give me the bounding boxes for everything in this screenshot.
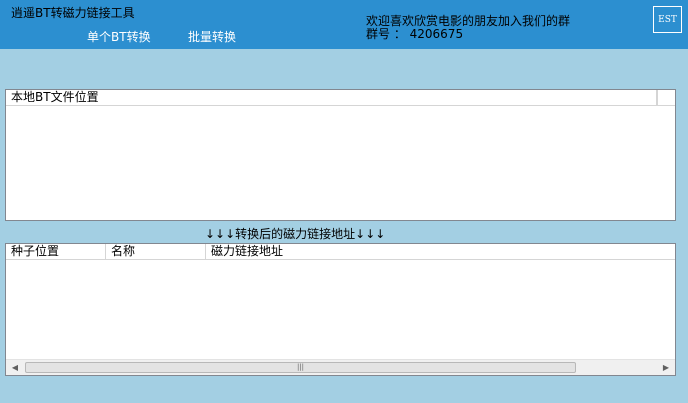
column-header-magnet-link[interactable]: 磁力链接地址 [206, 244, 675, 259]
grip-icon: ||| [296, 363, 305, 371]
scroll-left-arrow-icon[interactable]: ◀ [7, 360, 23, 375]
app-title: 逍遥BT转磁力链接工具 [11, 6, 135, 20]
scroll-thumb[interactable]: ||| [25, 362, 576, 373]
magnet-result-list[interactable]: 种子位置 名称 磁力链接地址 ◀ ||| ▶ [5, 243, 676, 376]
tab-batch-convert[interactable]: 批量转换 [188, 28, 236, 45]
horizontal-scrollbar[interactable]: ◀ ||| ▶ [6, 359, 675, 375]
list-header: 种子位置 名称 磁力链接地址 [6, 244, 675, 260]
column-header-filler [657, 90, 675, 105]
column-header-name[interactable]: 名称 [106, 244, 206, 259]
welcome-message: 欢迎喜欢欣赏电影的朋友加入我们的群 群号 ： 4206675 [366, 15, 570, 41]
group-number: 群号 ： 4206675 [366, 27, 464, 41]
column-header-seed-location[interactable]: 种子位置 [6, 244, 106, 259]
column-header-local-path[interactable]: 本地BT文件位置 [6, 90, 657, 105]
est-button[interactable]: EST [653, 6, 682, 33]
conversion-caption: ↓↓↓转换后的磁力链接地址↓↓↓ [205, 227, 386, 241]
title-bar: 逍遥BT转磁力链接工具 单个BT转换 批量转换 欢迎喜欢欣赏电影的朋友加入我们的… [0, 0, 688, 49]
tab-single-convert[interactable]: 单个BT转换 [87, 28, 151, 45]
list-header: 本地BT文件位置 [6, 90, 675, 106]
local-bt-file-list[interactable]: 本地BT文件位置 [5, 89, 676, 221]
scroll-right-arrow-icon[interactable]: ▶ [658, 360, 674, 375]
